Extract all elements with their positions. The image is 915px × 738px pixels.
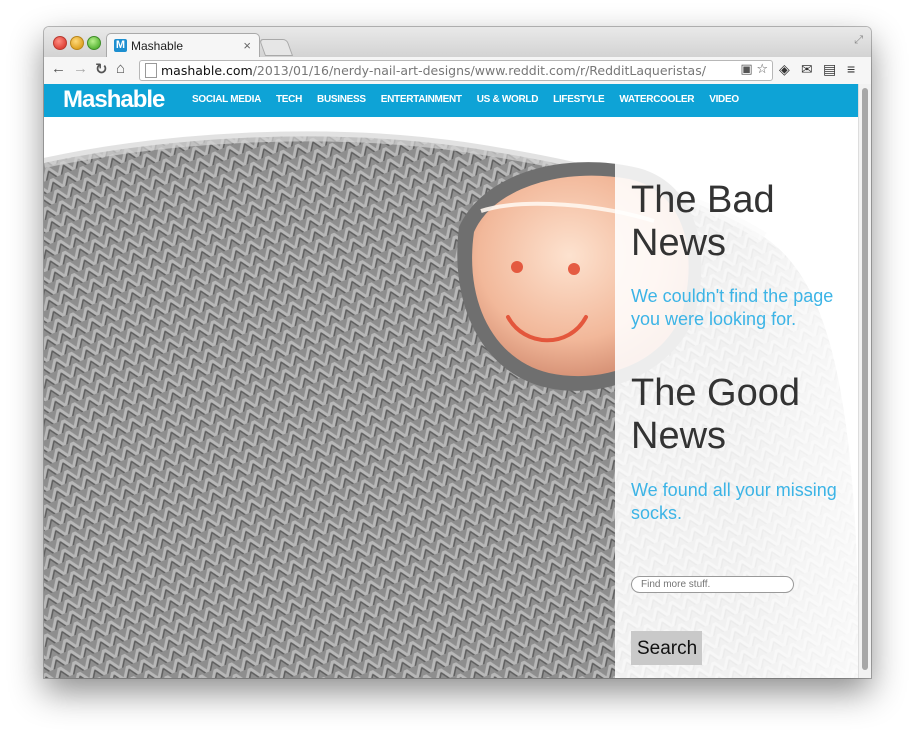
back-arrow-icon[interactable]: ← [51,60,66,77]
nav-tech[interactable]: TECH [276,93,302,107]
bookmark-star-icon[interactable]: ☆ [756,61,768,76]
zoom-window-button[interactable] [87,36,101,50]
page-action-icon[interactable]: ▣ [740,61,752,76]
fullscreen-icon[interactable]: ⤢ [854,34,863,47]
extension-icon[interactable]: ◈ [779,61,790,78]
minimize-window-button[interactable] [70,36,84,50]
url-text: mashable.com/2013/01/16/nerdy-nail-art-d… [161,63,706,78]
menu-icon[interactable]: ≡ [847,61,855,77]
browser-toolbar: ← → ↻ ⌂ mashable.com/2013/01/16/nerdy-na… [44,57,871,85]
nav-watercooler[interactable]: WATERCOOLER [619,93,694,107]
good-news-heading: The Good News [631,372,800,457]
scrollbar-thumb[interactable] [862,88,868,670]
good-news-text: We found all your missing socks. [631,480,837,523]
mashable-favicon-icon: M [114,39,127,52]
new-tab-button[interactable] [258,39,294,56]
browser-window: M Mashable × ⤢ ← → ↻ ⌂ mashable.com/2013… [44,27,871,678]
error-hero: The Bad News We couldn't find the page y… [44,117,859,678]
nav-video[interactable]: VIDEO [709,93,739,107]
nav-us-world[interactable]: US & WORLD [477,93,539,107]
page-scrollbar[interactable] [858,84,871,678]
home-icon[interactable]: ⌂ [116,60,125,77]
tab-title: Mashable [131,39,184,53]
tab-mashable[interactable]: M Mashable × [106,33,260,58]
nav-social-media[interactable]: SOCIAL MEDIA [192,93,261,107]
search-button[interactable]: Search [631,631,702,665]
site-nav: SOCIAL MEDIA TECH BUSINESS ENTERTAINMENT… [192,93,739,107]
bad-news-heading: The Bad News [631,179,775,264]
error-message-panel: The Bad News We couldn't find the page y… [615,159,859,678]
site-header: Mashable SOCIAL MEDIA TECH BUSINESS ENTE… [44,84,859,117]
mail-icon[interactable]: ✉ [801,61,813,78]
bad-news-text: We couldn't find the page you were looki… [631,286,834,329]
omnibox-icons: ▣ ☆ [740,61,768,77]
tab-close-icon[interactable]: × [243,38,251,53]
nav-business[interactable]: BUSINESS [317,93,366,107]
nav-lifestyle[interactable]: LIFESTYLE [553,93,605,107]
extension-box-icon[interactable]: ▤ [823,61,836,78]
site-logo[interactable]: Mashable [63,87,165,113]
page-icon [145,63,157,78]
forward-arrow-icon[interactable]: → [73,60,88,77]
nav-entertainment[interactable]: ENTERTAINMENT [381,93,462,107]
search-input[interactable] [631,576,794,593]
tab-strip: M Mashable × ⤢ [44,27,871,58]
close-window-button[interactable] [53,36,67,50]
reload-icon[interactable]: ↻ [95,60,108,78]
address-bar[interactable]: mashable.com/2013/01/16/nerdy-nail-art-d… [139,60,773,81]
